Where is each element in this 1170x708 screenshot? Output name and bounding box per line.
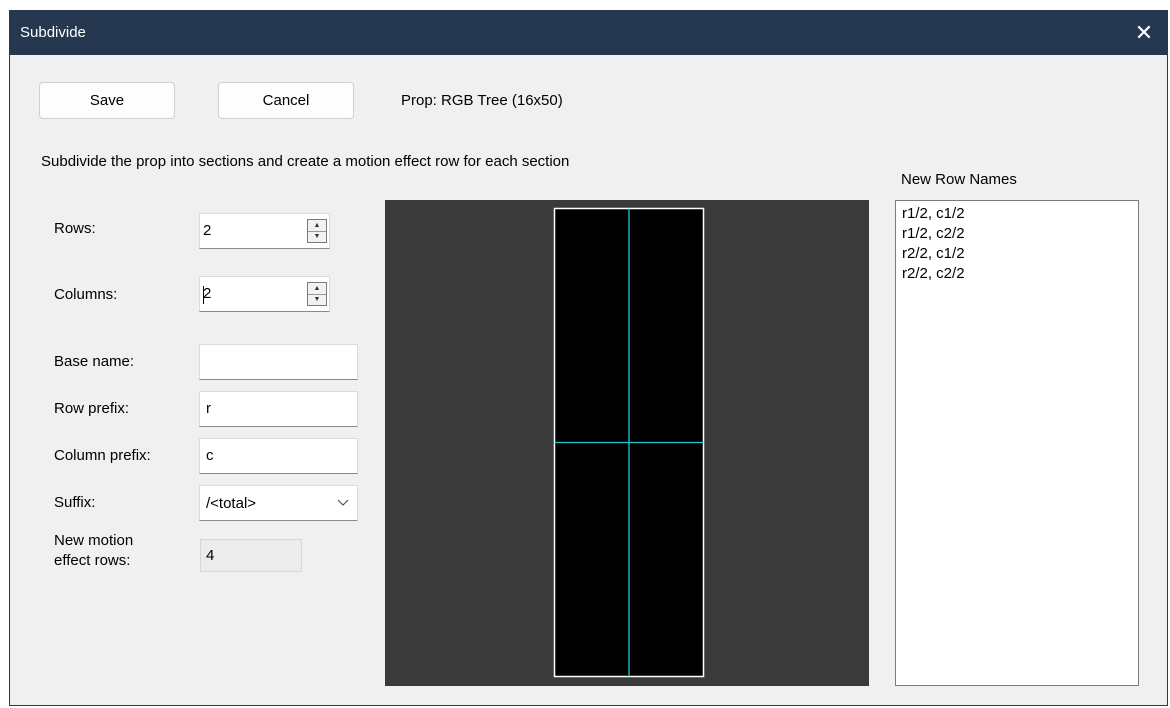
base-name-input[interactable] xyxy=(199,344,358,380)
suffix-dropdown[interactable]: /<total> xyxy=(199,485,358,521)
description-text: Subdivide the prop into sections and cre… xyxy=(41,153,570,170)
suffix-value: /<total> xyxy=(206,495,257,512)
column-prefix-label: Column prefix: xyxy=(54,447,151,464)
save-button[interactable]: Save xyxy=(39,82,175,119)
new-rows-label-line2: effect rows: xyxy=(54,552,131,569)
list-item[interactable]: r2/2, c1/2 xyxy=(902,244,1138,264)
suffix-label: Suffix: xyxy=(54,494,96,511)
rows-stepper[interactable]: 2 ▲ ▼ xyxy=(199,213,330,249)
close-icon: ✕ xyxy=(1134,20,1154,45)
new-rows-label-line1: New motion xyxy=(54,532,134,549)
rows-label: Rows: xyxy=(54,220,96,237)
spin-down-icon[interactable]: ▼ xyxy=(308,231,326,242)
columns-label: Columns: xyxy=(54,286,118,303)
row-prefix-input[interactable]: r xyxy=(199,391,358,427)
list-item[interactable]: r2/2, c2/2 xyxy=(902,264,1138,284)
close-button[interactable]: ✕ xyxy=(1121,11,1167,55)
columns-value: 2 xyxy=(203,285,212,302)
prop-preview-canvas xyxy=(553,207,705,678)
columns-spin-buttons[interactable]: ▲ ▼ xyxy=(307,282,327,306)
rows-value: 2 xyxy=(203,222,212,239)
columns-stepper[interactable]: 2 ▲ ▼ xyxy=(199,276,330,312)
list-item[interactable]: r1/2, c2/2 xyxy=(902,224,1138,244)
base-name-label: Base name: xyxy=(54,353,135,370)
chevron-down-icon xyxy=(337,499,349,506)
row-names-header: New Row Names xyxy=(901,171,1017,188)
title-bar: Subdivide ✕ xyxy=(10,11,1167,55)
cancel-button[interactable]: Cancel xyxy=(218,82,354,119)
row-names-list[interactable]: r1/2, c1/2 r1/2, c2/2 r2/2, c1/2 r2/2, c2/2 xyxy=(895,200,1139,686)
window-title: Subdivide xyxy=(20,24,86,41)
row-prefix-label: Row prefix: xyxy=(54,400,130,417)
rows-spin-buttons[interactable]: ▲ ▼ xyxy=(307,219,327,243)
prop-info: Prop: RGB Tree (16x50) xyxy=(401,92,563,109)
list-item[interactable]: r1/2, c1/2 xyxy=(902,204,1138,224)
new-rows-count: 4 xyxy=(200,539,302,572)
subdivide-dialog: Subdivide ✕ Save Cancel Prop: RGB Tree (… xyxy=(9,10,1168,706)
spin-down-icon[interactable]: ▼ xyxy=(308,294,326,305)
text-cursor xyxy=(203,286,204,304)
prop-preview xyxy=(385,200,869,686)
column-prefix-input[interactable]: c xyxy=(199,438,358,474)
